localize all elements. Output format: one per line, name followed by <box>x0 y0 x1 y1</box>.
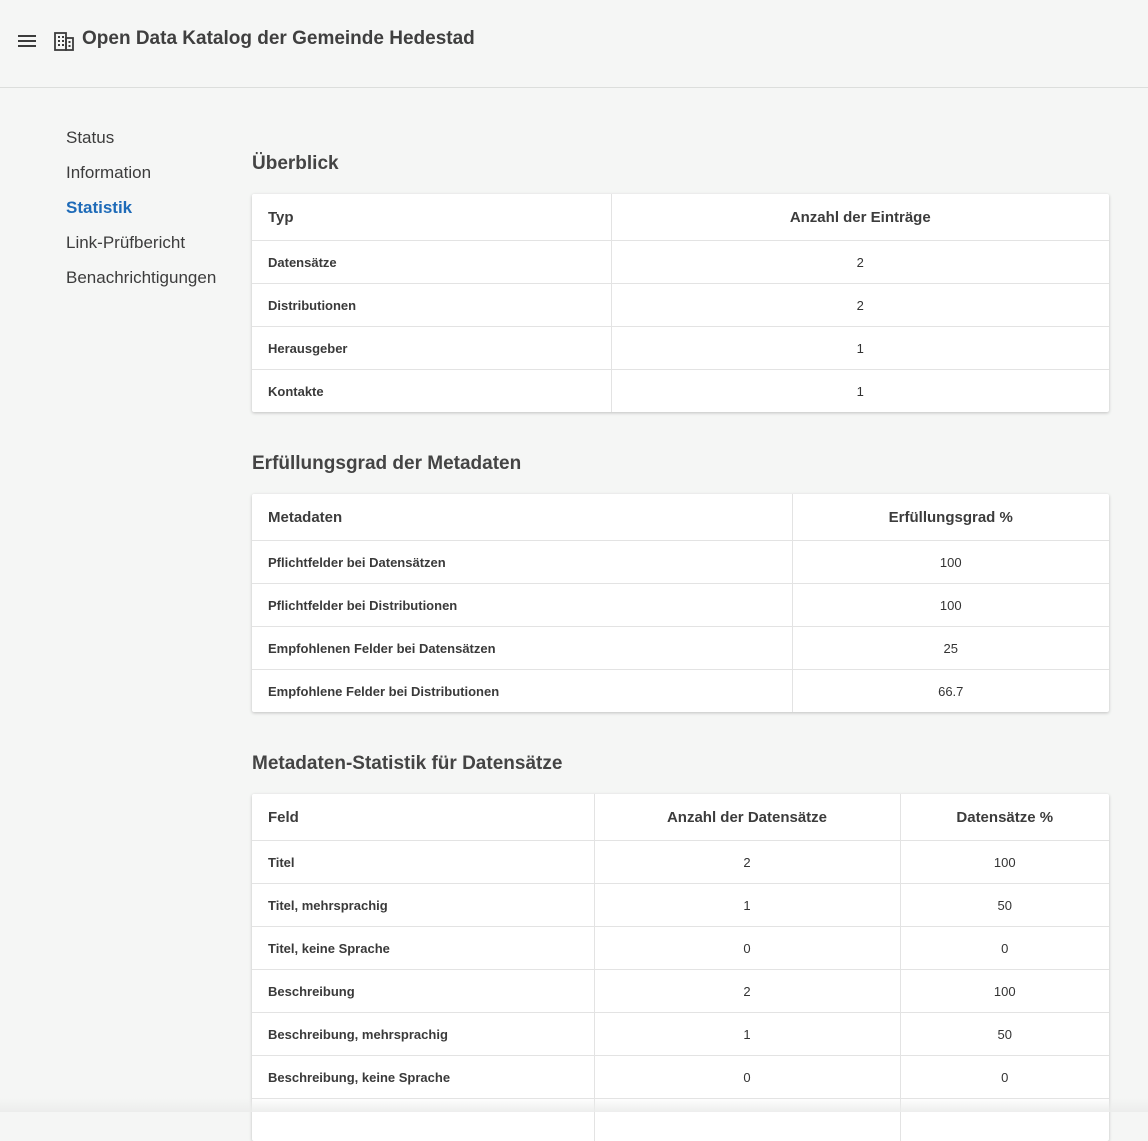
row-label: Distributionen <box>252 284 611 327</box>
table-row: Herausgeber 1 <box>252 327 1109 370</box>
completeness-table: Metadaten Erfüllungsgrad % Pflichtfelder… <box>252 494 1109 712</box>
column-header-anzahl: Anzahl der Einträge <box>611 194 1109 241</box>
row-percent: 100 <box>900 841 1109 884</box>
table-row: Empfohlene Felder bei Distributionen 66.… <box>252 670 1109 713</box>
row-percent: 100 <box>900 970 1109 1013</box>
row-label: Pflichtfelder bei Distributionen <box>252 584 792 627</box>
completeness-table-card: Metadaten Erfüllungsgrad % Pflichtfelder… <box>252 494 1109 712</box>
table-row: Beschreibung 2 100 <box>252 970 1109 1013</box>
table-row: Distributionen 2 <box>252 284 1109 327</box>
row-percent: 0 <box>900 1056 1109 1099</box>
row-label: Titel <box>252 841 594 884</box>
row-label: Beschreibung, keine Sprache <box>252 1056 594 1099</box>
row-count: 2 <box>594 970 900 1013</box>
table-row: Beschreibung, mehrsprachig 1 50 <box>252 1013 1109 1056</box>
column-header-typ: Typ <box>252 194 611 241</box>
table-row: Titel, keine Sprache 0 0 <box>252 927 1109 970</box>
row-label: Empfohlenen Felder bei Datensätzen <box>252 627 792 670</box>
table-row: Pflichtfelder bei Distributionen 100 <box>252 584 1109 627</box>
row-label: Titel, mehrsprachig <box>252 884 594 927</box>
column-header-erfuellungsgrad: Erfüllungsgrad % <box>792 494 1109 541</box>
row-label: Datensätze <box>252 241 611 284</box>
dataset-stats-table: Feld Anzahl der Datensätze Datensätze % … <box>252 794 1109 1141</box>
row-percent: 50 <box>900 1013 1109 1056</box>
row-label: Titel, keine Sprache <box>252 927 594 970</box>
column-header-datensaetze-prozent: Datensätze % <box>900 794 1109 841</box>
sidebar-nav: Status Information Statistik Link-Prüfbe… <box>66 120 236 295</box>
sidebar-item-information[interactable]: Information <box>66 155 236 190</box>
column-header-metadaten: Metadaten <box>252 494 792 541</box>
row-label: Empfohlene Felder bei Distributionen <box>252 670 792 713</box>
row-percent: 0 <box>900 927 1109 970</box>
hamburger-menu-icon[interactable] <box>14 28 40 54</box>
row-count: 0 <box>594 1056 900 1099</box>
row-value: 1 <box>611 327 1109 370</box>
table-row: Pflichtfelder bei Datensätzen 100 <box>252 541 1109 584</box>
building-icon <box>53 30 75 52</box>
dataset-stats-title: Metadaten-Statistik für Datensätze <box>252 753 562 775</box>
table-row: Empfohlenen Felder bei Datensätzen 25 <box>252 627 1109 670</box>
app-header: Open Data Katalog der Gemeinde Hedestad <box>0 0 1148 88</box>
completeness-title: Erfüllungsgrad der Metadaten <box>252 453 521 475</box>
table-row: Datensätze 2 <box>252 241 1109 284</box>
app-title: Open Data Katalog der Gemeinde Hedestad <box>82 28 475 50</box>
row-value: 1 <box>611 370 1109 413</box>
row-label: Beschreibung <box>252 970 594 1013</box>
sidebar-item-link-pruefbericht[interactable]: Link-Prüfbericht <box>66 225 236 260</box>
overview-table: Typ Anzahl der Einträge Datensätze 2 Dis… <box>252 194 1109 412</box>
row-value: 2 <box>611 284 1109 327</box>
sidebar-item-statistik[interactable]: Statistik <box>66 190 236 225</box>
row-count: 1 <box>594 884 900 927</box>
overview-title: Überblick <box>252 153 339 175</box>
row-label: Herausgeber <box>252 327 611 370</box>
sidebar-item-benachrichtigungen[interactable]: Benachrichtigungen <box>66 260 236 295</box>
row-label: Pflichtfelder bei Datensätzen <box>252 541 792 584</box>
row-count: 1 <box>594 1013 900 1056</box>
dataset-stats-table-card: Feld Anzahl der Datensätze Datensätze % … <box>252 794 1109 1141</box>
row-value: 100 <box>792 541 1109 584</box>
table-header-row: Typ Anzahl der Einträge <box>252 194 1109 241</box>
table-row: Kontakte 1 <box>252 370 1109 413</box>
column-header-feld: Feld <box>252 794 594 841</box>
table-row: Titel, mehrsprachig 1 50 <box>252 884 1109 927</box>
table-header-row: Metadaten Erfüllungsgrad % <box>252 494 1109 541</box>
row-value: 66.7 <box>792 670 1109 713</box>
row-label: Kontakte <box>252 370 611 413</box>
row-value: 2 <box>611 241 1109 284</box>
row-count: 2 <box>594 841 900 884</box>
row-label: Beschreibung, mehrsprachig <box>252 1013 594 1056</box>
scroll-fade <box>0 1098 1148 1112</box>
row-value: 100 <box>792 584 1109 627</box>
table-row: Beschreibung, keine Sprache 0 0 <box>252 1056 1109 1099</box>
table-row: Titel 2 100 <box>252 841 1109 884</box>
column-header-anzahl-datensaetze: Anzahl der Datensätze <box>594 794 900 841</box>
row-count: 0 <box>594 927 900 970</box>
sidebar-item-status[interactable]: Status <box>66 120 236 155</box>
overview-table-card: Typ Anzahl der Einträge Datensätze 2 Dis… <box>252 194 1109 412</box>
row-percent: 50 <box>900 884 1109 927</box>
table-header-row: Feld Anzahl der Datensätze Datensätze % <box>252 794 1109 841</box>
row-value: 25 <box>792 627 1109 670</box>
